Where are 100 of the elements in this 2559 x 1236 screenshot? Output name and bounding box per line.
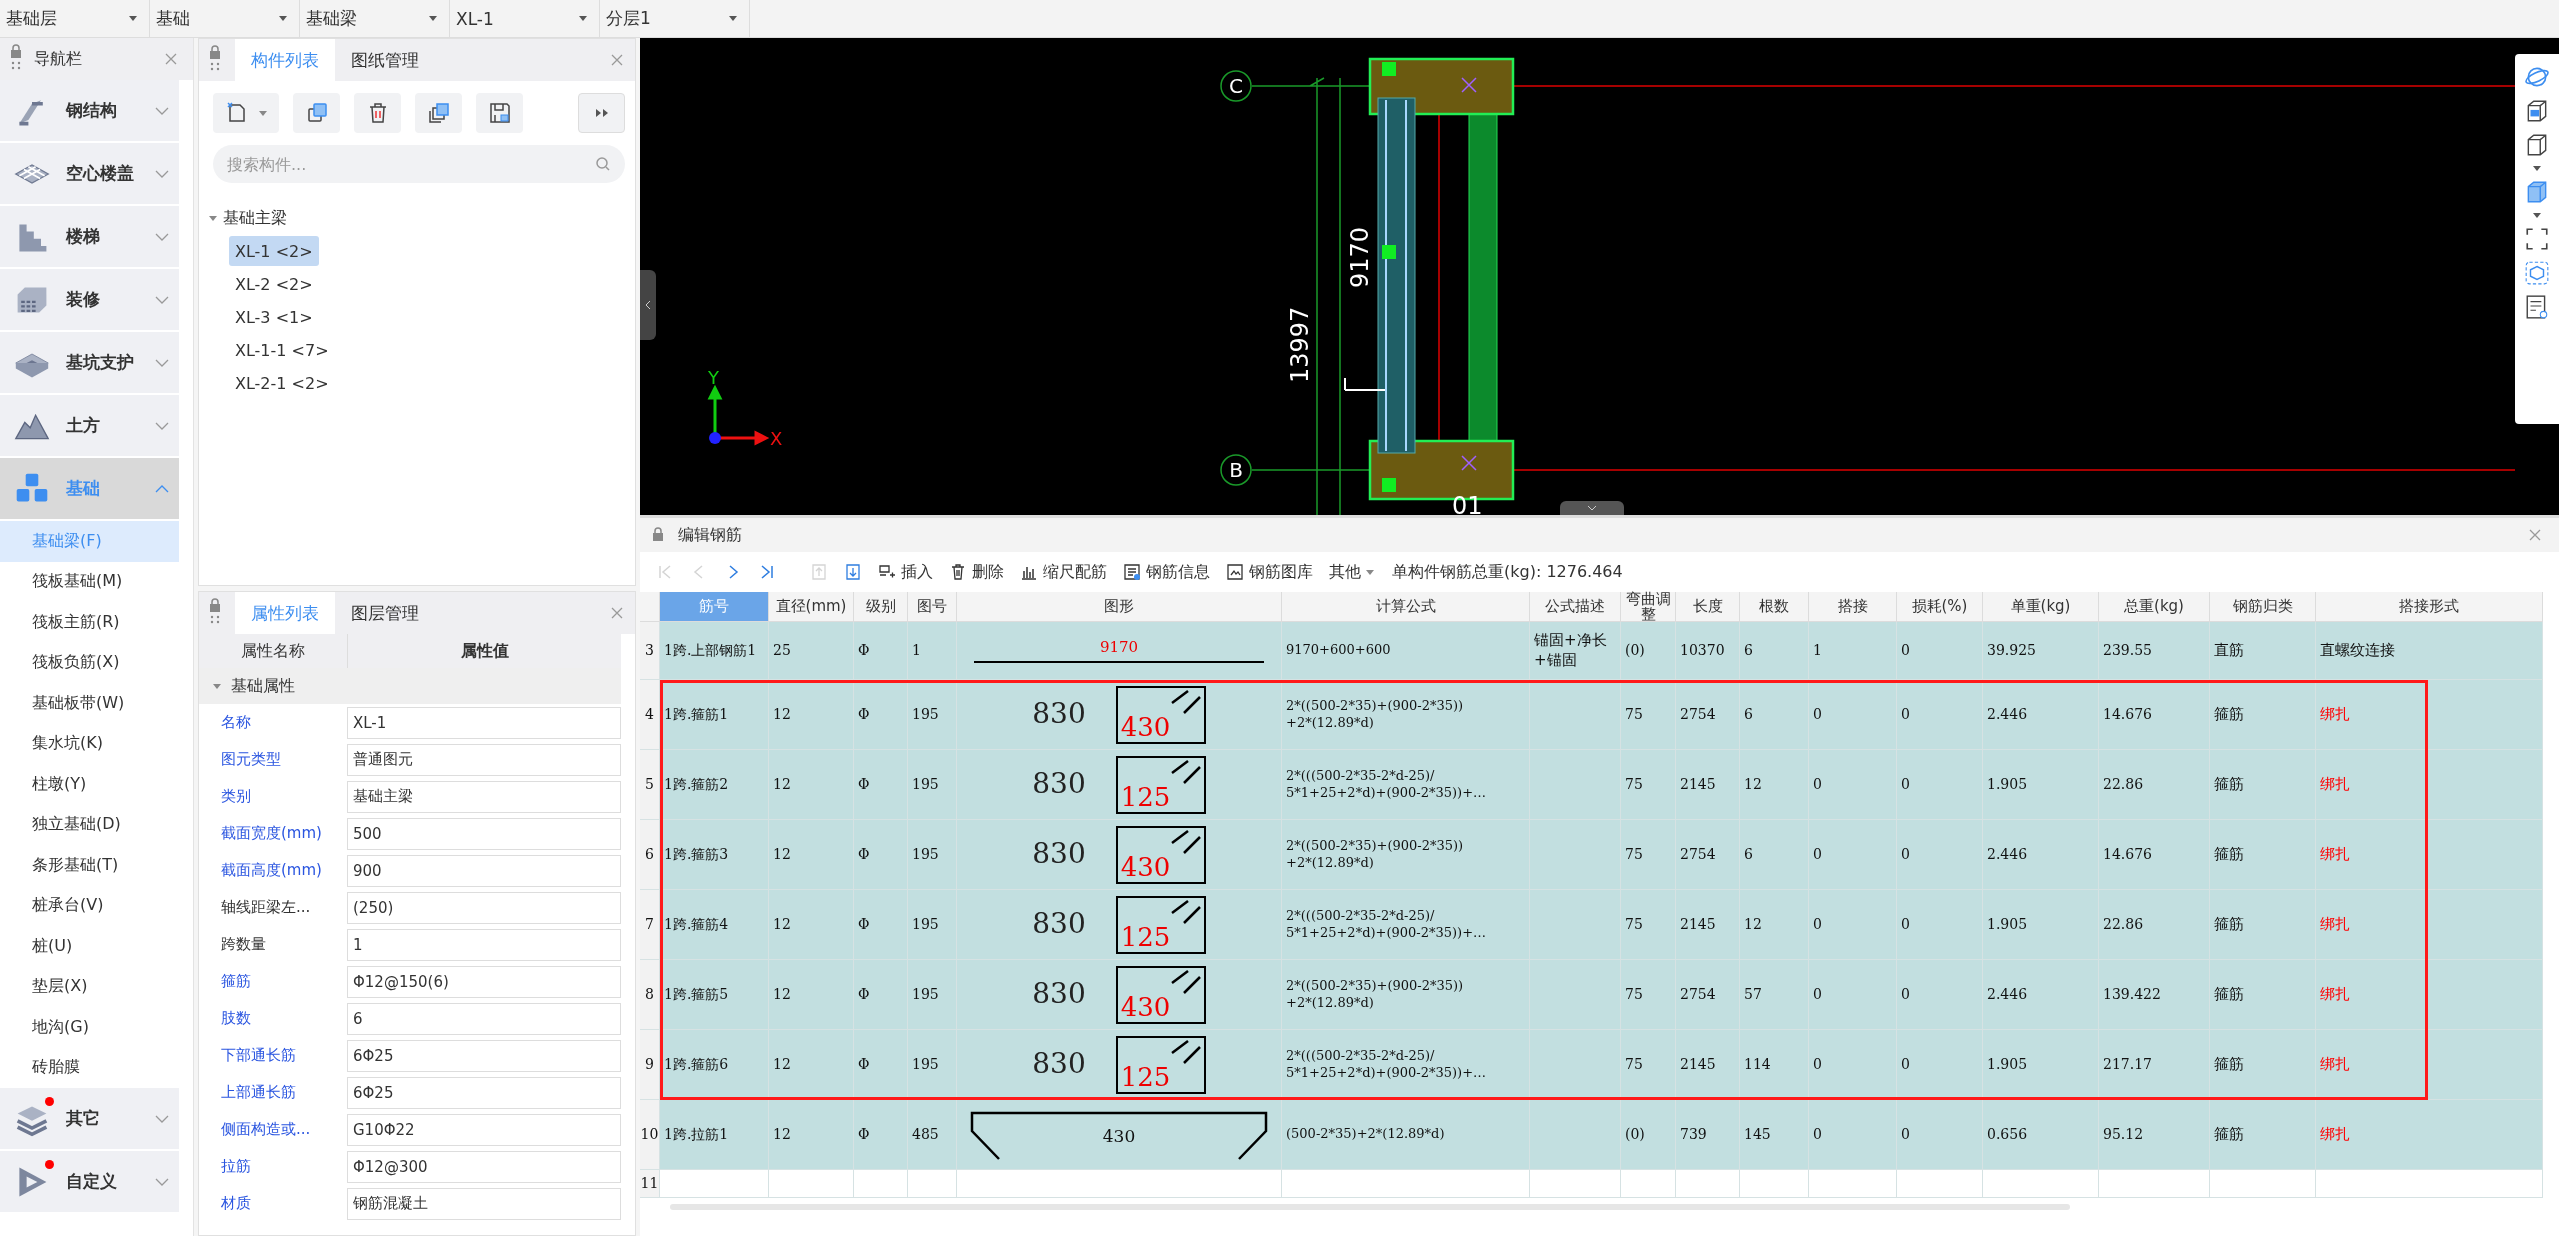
row-number: 5 [640, 750, 660, 820]
column-header[interactable]: 直径(mm) [769, 592, 854, 622]
nav-group[interactable]: 楼梯 [0, 206, 179, 267]
column-header[interactable]: 损耗(%) [1897, 592, 1983, 622]
search-field[interactable]: 搜索构件... [213, 145, 625, 183]
table-cell: 0 [1809, 1030, 1897, 1100]
tree-item[interactable]: XL-2-1 <2> [229, 368, 335, 398]
property-value-field[interactable]: XL-1 [347, 706, 621, 739]
nav-group[interactable]: 空心楼盖 [0, 143, 179, 204]
nav-item[interactable]: 桩承台(V) [0, 885, 179, 926]
new-button[interactable] [213, 93, 279, 133]
delete-button[interactable] [354, 93, 401, 133]
column-header[interactable]: 图号 [908, 592, 957, 622]
row-number: 9 [640, 1030, 660, 1100]
nav-group[interactable]: 基坑支护 [0, 332, 179, 393]
fullscreen-icon[interactable] [2524, 226, 2550, 252]
property-value-field[interactable]: 6Φ25 [347, 1039, 621, 1072]
rebar-library-button[interactable]: 钢筋图库 [1220, 561, 1319, 583]
column-header[interactable]: 钢筋归类 [2210, 592, 2316, 622]
nav-item[interactable]: 垫层(X) [0, 966, 179, 1007]
column-header[interactable]: 公式描述 [1530, 592, 1621, 622]
property-value-field[interactable]: 1 [347, 928, 621, 961]
table-cell: 绑扎 [2316, 890, 2543, 960]
column-header[interactable]: 单重(kg) [1983, 592, 2099, 622]
rebar-info-button[interactable]: 钢筋信息 [1117, 561, 1216, 583]
list-view-icon[interactable] [2524, 294, 2550, 320]
column-header[interactable]: 弯曲调整 [1621, 592, 1676, 622]
scale-rebar-button[interactable]: 缩尺配筋 [1014, 561, 1113, 583]
nav-group[interactable]: 装修 [0, 269, 179, 330]
close-icon[interactable] [611, 607, 623, 619]
caret-icon[interactable] [2533, 166, 2541, 171]
dashed-cube-icon[interactable] [2524, 260, 2550, 286]
panel-tab[interactable]: 图纸管理 [335, 39, 435, 81]
column-header[interactable]: 级别 [854, 592, 908, 622]
stacked-squares-icon [426, 101, 451, 125]
nav-item[interactable]: 柱墩(Y) [0, 764, 179, 805]
table-cell: 39.925 [1983, 622, 2099, 680]
nav-item[interactable]: 独立基础(D) [0, 804, 179, 845]
column-header[interactable]: 图形 [957, 592, 1282, 622]
column-header[interactable]: 根数 [1740, 592, 1809, 622]
save-button[interactable] [476, 93, 523, 133]
column-header[interactable]: 总重(kg) [2099, 592, 2210, 622]
panel-tab[interactable]: 图层管理 [335, 592, 435, 634]
nav-group-label: 空心楼盖 [66, 162, 135, 185]
tree-item[interactable]: XL-3 <1> [229, 302, 319, 332]
scrollbar-thumb[interactable] [670, 1204, 2070, 1210]
property-group-header[interactable]: 基础属性 [199, 668, 621, 704]
close-icon[interactable] [611, 54, 623, 66]
property-value-field[interactable]: 6Φ25 [347, 1076, 621, 1109]
nav-item[interactable]: 集水坑(K) [0, 723, 179, 764]
insert-button[interactable]: 插入 [872, 561, 939, 583]
close-icon[interactable] [165, 53, 177, 65]
nav-item[interactable]: 筏板基础(M) [0, 561, 179, 602]
property-value-field[interactable]: G10Φ22 [347, 1113, 621, 1146]
nav-item[interactable]: 桩(U) [0, 926, 179, 967]
nav-item[interactable]: 筏板负筋(X) [0, 642, 179, 683]
nav-item[interactable]: 筏板主筋(R) [0, 602, 179, 643]
nav-item[interactable]: 条形基础(T) [0, 845, 179, 886]
collapse-handle[interactable] [640, 270, 656, 340]
table-cell: 2145 [1676, 890, 1740, 960]
column-header[interactable]: 长度 [1676, 592, 1740, 622]
column-header[interactable]: 搭接 [1809, 592, 1897, 622]
property-value-field[interactable]: 基础主梁 [347, 780, 621, 813]
property-value-field[interactable]: 6 [347, 1002, 621, 1035]
axis-label: X [770, 428, 783, 449]
table-cell: 0 [1897, 1100, 1983, 1170]
property-value-field[interactable]: 钢筋混凝土 [347, 1187, 621, 1220]
nav-group[interactable]: 土方 [0, 395, 179, 456]
property-value-field[interactable]: 普通图元 [347, 743, 621, 776]
tree-item[interactable]: XL-1 <2> [229, 236, 319, 266]
copy-to-layer-button[interactable] [415, 93, 462, 133]
expand-button[interactable] [578, 93, 625, 133]
nav-item[interactable]: 地沟(G) [0, 1007, 179, 1048]
table-cell: 2754 [1676, 820, 1740, 890]
property-value-field[interactable]: (250) [347, 891, 621, 924]
close-icon[interactable] [2529, 529, 2541, 541]
table-cell: 195 [908, 960, 957, 1030]
copy-button[interactable] [293, 93, 340, 133]
table-cell: 0 [1897, 750, 1983, 820]
nav-item[interactable]: 基础板带(W) [0, 683, 179, 724]
caret-icon[interactable] [2533, 213, 2541, 218]
tree-item[interactable]: XL-1-1 <7> [229, 335, 335, 365]
nav-group[interactable]: 其它 [0, 1088, 179, 1149]
caret-icon [129, 16, 137, 21]
more-dropdown[interactable]: 其他 [1323, 561, 1380, 583]
column-header[interactable]: 计算公式 [1282, 592, 1530, 622]
nav-group[interactable]: 自定义 [0, 1151, 179, 1212]
nav-group[interactable]: 钢结构 [0, 80, 179, 141]
property-value-field[interactable]: Φ12@300 [347, 1150, 621, 1183]
column-header[interactable]: 搭接形式 [2316, 592, 2543, 622]
nav-item[interactable]: 砖胎膜 [0, 1047, 179, 1088]
table-cell: 12 [769, 1030, 854, 1100]
expanded-caret-icon[interactable] [209, 214, 217, 222]
table-cell: 6 [1740, 622, 1809, 680]
collapse-handle[interactable] [1560, 501, 1624, 515]
property-value-field[interactable]: Φ12@150(6) [347, 965, 621, 998]
delete-button[interactable]: 删除 [943, 561, 1010, 583]
property-value-field[interactable]: 900 [347, 854, 621, 887]
tree-item[interactable]: XL-2 <2> [229, 269, 319, 299]
property-value-field[interactable]: 500 [347, 817, 621, 850]
